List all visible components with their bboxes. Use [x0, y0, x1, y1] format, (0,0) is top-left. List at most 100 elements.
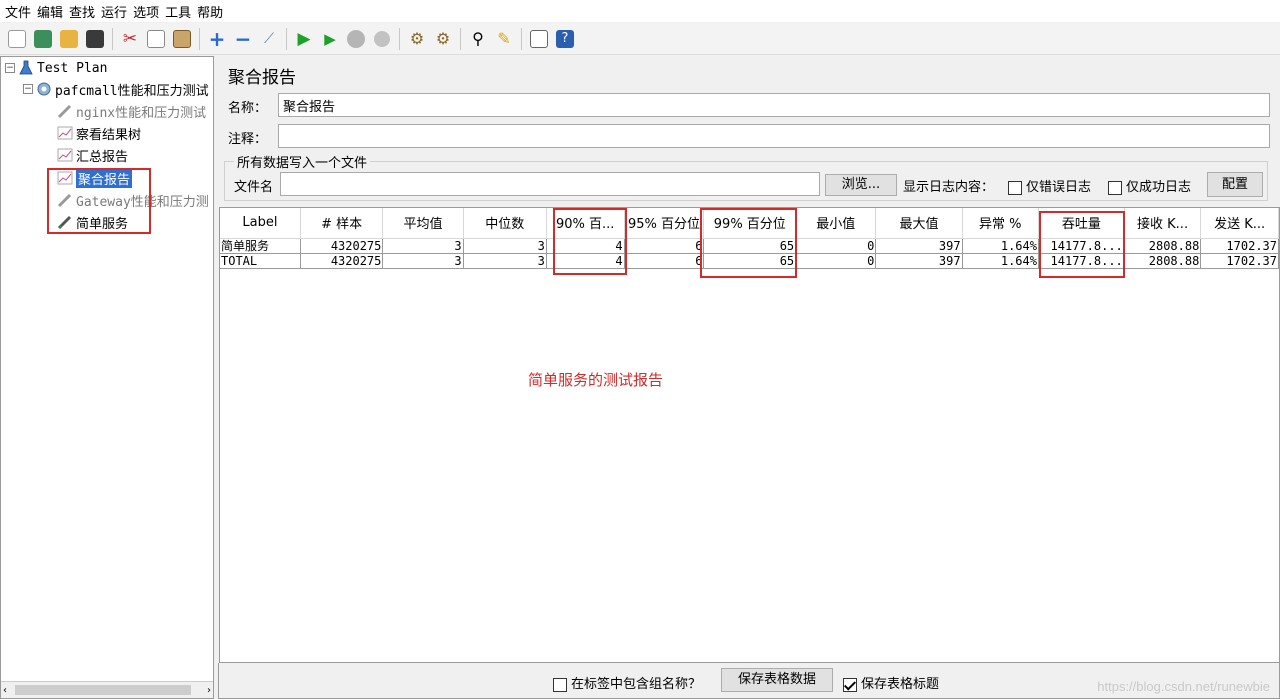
table-cell: 1.64%	[962, 253, 1039, 269]
save-header-label: 保存表格标题	[861, 677, 940, 692]
table-row[interactable]: 简单服务 4320275 3 3 4 6 65 0 397 1.64% 1417…	[220, 238, 1279, 254]
table-cell: 1702.37	[1200, 238, 1279, 254]
table-cell: 4320275	[300, 253, 384, 269]
collapse-icon[interactable]: −	[231, 27, 255, 51]
success-log-checkbox[interactable]	[1108, 180, 1122, 195]
toggle-icon[interactable]: ⟋	[257, 27, 281, 51]
save-icon[interactable]	[83, 27, 107, 51]
save-table-button[interactable]: 保存表格数据	[721, 668, 833, 692]
tree-node-simple-service[interactable]: 简单服务	[57, 212, 128, 232]
name-field[interactable]: 聚合报告	[278, 93, 1270, 117]
browse-button[interactable]: 浏览...	[825, 174, 897, 196]
error-log-checkbox[interactable]	[1008, 180, 1022, 195]
tree-node-label: 汇总报告	[76, 149, 129, 165]
copy-icon[interactable]	[144, 27, 168, 51]
column-header[interactable]: 99% 百分位	[703, 208, 797, 239]
tree-node-label: pafcmall性能和压力测试	[55, 83, 209, 99]
reset-search-icon[interactable]: ✎	[492, 27, 516, 51]
table-cell: 2808.88	[1124, 253, 1202, 269]
table-row[interactable]: TOTAL 4320275 3 3 4 6 65 0 397 1.64% 141…	[220, 253, 1279, 269]
flask-icon	[18, 60, 34, 76]
results-table: Label # 样本 平均值 中位数 90% 百... 95% 百分位 99% …	[220, 208, 1279, 269]
start-icon[interactable]: ▶	[292, 27, 316, 51]
tree-node-view-results-tree[interactable]: 察看结果树	[57, 123, 141, 143]
tree-node-gateway[interactable]: Gateway性能和压力测	[57, 190, 209, 210]
tree-node-label: Gateway性能和压力测	[76, 194, 209, 210]
menu-help[interactable]: 帮助	[196, 2, 228, 21]
tree-horizontal-scrollbar[interactable]: ‹ ›	[1, 681, 213, 698]
open-icon[interactable]	[57, 27, 81, 51]
clear-all-icon[interactable]: ⚙	[431, 27, 455, 51]
error-log-option[interactable]: 仅错误日志	[1008, 176, 1091, 195]
table-cell: 4	[546, 238, 625, 254]
menu-tools[interactable]: 工具	[164, 2, 196, 21]
table-cell: 0	[795, 238, 877, 254]
menu-file[interactable]: 文件	[4, 2, 36, 21]
collapse-toggle-icon[interactable]: −	[5, 63, 15, 73]
help-icon[interactable]: ?	[553, 27, 577, 51]
shutdown-icon[interactable]	[370, 27, 394, 51]
table-cell: 14177.8...	[1038, 238, 1125, 254]
search-icon[interactable]: ⚲	[466, 27, 490, 51]
table-cell: 6	[624, 238, 705, 254]
column-header[interactable]: 最大值	[875, 208, 963, 239]
column-header[interactable]: 最小值	[795, 208, 877, 239]
tree-node-nginx[interactable]: nginx性能和压力测试	[57, 101, 206, 121]
start-no-pause-icon[interactable]: ▶	[318, 27, 342, 51]
paste-icon[interactable]	[170, 27, 194, 51]
include-group-label: 在标签中包含组名称？	[571, 677, 702, 692]
save-header-checkbox[interactable]	[843, 677, 857, 692]
column-header[interactable]: 接收 K...	[1124, 208, 1202, 239]
tree-node-summary-report[interactable]: 汇总报告	[57, 145, 128, 165]
scroll-left-icon[interactable]: ‹	[3, 685, 7, 696]
sampler-pen-icon	[57, 192, 73, 208]
tree-node-aggregate-report[interactable]: 聚合报告	[57, 168, 133, 188]
table-cell: 1.64%	[962, 238, 1039, 254]
stop-icon[interactable]	[344, 27, 368, 51]
table-cell: 4	[546, 253, 625, 269]
table-cell: 14177.8...	[1038, 253, 1125, 269]
expand-icon[interactable]: +	[205, 27, 229, 51]
menu-bar: 文件 编辑 查找 运行 选项 工具 帮助	[0, 0, 1280, 22]
save-header-option[interactable]: 保存表格标题	[843, 673, 939, 692]
menu-search[interactable]: 查找	[68, 2, 100, 21]
config-button[interactable]: 配置	[1207, 172, 1263, 197]
include-group-checkbox[interactable]	[553, 677, 567, 692]
menu-run[interactable]: 运行	[100, 2, 132, 21]
column-header[interactable]: 吞吐量	[1038, 208, 1125, 239]
include-group-option[interactable]: 在标签中包含组名称？	[553, 673, 701, 692]
gear-icon	[36, 81, 52, 97]
column-header[interactable]: 发送 K...	[1200, 208, 1279, 239]
new-icon[interactable]	[5, 27, 29, 51]
templates-icon[interactable]	[31, 27, 55, 51]
column-header[interactable]: # 样本	[300, 208, 384, 239]
tree-node-thread-group[interactable]: − pafcmall性能和压力测试	[23, 79, 209, 99]
table-cell: 397	[875, 253, 963, 269]
chart-listener-icon	[57, 170, 73, 186]
table-cell: 4320275	[300, 238, 384, 254]
table-header-row: Label # 样本 平均值 中位数 90% 百... 95% 百分位 99% …	[220, 208, 1279, 239]
cut-icon[interactable]: ✂	[118, 27, 142, 51]
collapse-toggle-icon[interactable]: −	[23, 84, 33, 94]
filename-field[interactable]	[280, 172, 820, 196]
scroll-thumb[interactable]	[15, 685, 191, 695]
column-header[interactable]: 异常 %	[962, 208, 1039, 239]
scroll-right-icon[interactable]: ›	[207, 685, 211, 696]
clear-icon[interactable]: ⚙	[405, 27, 429, 51]
column-header[interactable]: 95% 百分位	[624, 208, 705, 239]
tree-node-label: Test Plan	[37, 60, 108, 76]
menu-edit[interactable]: 编辑	[36, 2, 68, 21]
sampler-pen-icon	[57, 103, 73, 119]
tree-node-test-plan[interactable]: − Test Plan	[5, 58, 107, 78]
comment-field[interactable]	[278, 124, 1270, 148]
comment-label: 注释：	[228, 132, 268, 147]
function-helper-icon[interactable]	[527, 27, 551, 51]
column-header[interactable]: 中位数	[463, 208, 547, 239]
column-header[interactable]: 90% 百...	[546, 208, 625, 239]
menu-options[interactable]: 选项	[132, 2, 164, 21]
name-label: 名称：	[228, 101, 268, 116]
success-log-option[interactable]: 仅成功日志	[1108, 176, 1191, 195]
column-header[interactable]: 平均值	[382, 208, 464, 239]
chart-listener-icon	[57, 125, 73, 141]
column-header[interactable]: Label	[220, 208, 301, 239]
